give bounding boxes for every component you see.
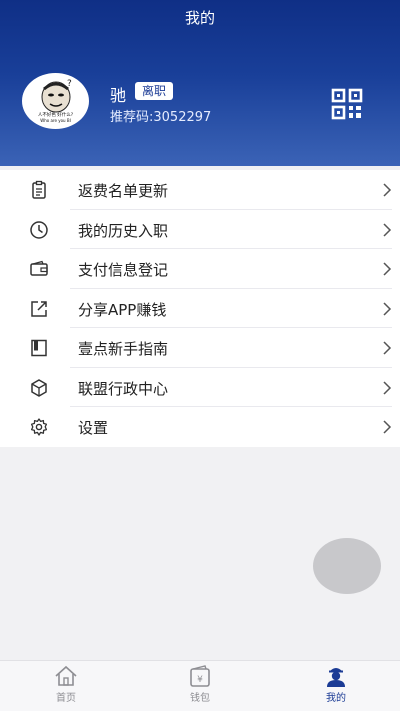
menu-item-payment-info[interactable]: 支付信息登记 — [0, 249, 400, 289]
wallet-icon — [30, 260, 48, 276]
menu-item-label: 分享APP赚钱 — [78, 300, 167, 319]
menu-item-settings[interactable]: 设置 — [0, 407, 400, 447]
chevron-right-icon — [383, 262, 392, 276]
tab-home[interactable]: 首页 — [36, 665, 96, 709]
bottom-tab-bar: 首页 ¥ 钱包 我的 — [0, 660, 400, 711]
tab-label: 钱包 — [190, 693, 210, 704]
menu-item-history[interactable]: 我的历史入职 — [0, 210, 400, 249]
menu-item-label: 联盟行政中心 — [78, 379, 169, 398]
profile-page: 我的 ? 人不好色 好什么? Who are you BI 驰 离职 推荐码:3… — [0, 0, 400, 711]
profile-icon — [327, 668, 345, 687]
svg-text:¥: ¥ — [197, 675, 203, 685]
tab-wallet[interactable]: ¥ 钱包 — [170, 665, 230, 709]
chevron-right-icon — [383, 341, 392, 355]
home-icon — [55, 665, 77, 686]
menu-item-admin-center[interactable]: 联盟行政中心 — [0, 368, 400, 407]
avatar-meme-image: ? 人不好色 好什么? Who are you BI — [24, 75, 87, 127]
qr-code-icon[interactable] — [331, 88, 363, 120]
menu-item-share-app[interactable]: 分享APP赚钱 — [0, 289, 400, 328]
avatar[interactable]: ? 人不好色 好什么? Who are you BI — [22, 73, 89, 129]
tab-label: 首页 — [56, 693, 76, 704]
wallet-tab-icon: ¥ — [190, 665, 210, 687]
tab-label: 我的 — [326, 693, 346, 704]
chevron-right-icon — [383, 380, 392, 395]
status-badge: 离职 — [135, 82, 174, 100]
book-icon — [31, 339, 47, 357]
floating-assistive-button[interactable] — [313, 538, 381, 594]
menu-list: 返费名单更新 我的历史入职 支付信息登记 分享APP赚钱 壹点新手指南 联盟行政… — [0, 170, 400, 447]
svg-text:?: ? — [67, 79, 72, 89]
share-icon — [31, 300, 47, 317]
menu-item-label: 壹点新手指南 — [78, 340, 169, 358]
clipboard-icon — [32, 180, 46, 199]
chevron-right-icon — [383, 183, 392, 197]
tab-profile[interactable]: 我的 — [306, 665, 366, 709]
menu-item-rebate-list[interactable]: 返费名单更新 — [0, 170, 400, 210]
referral-code: 推荐码:3052297 — [110, 110, 212, 125]
chevron-right-icon — [383, 420, 392, 434]
menu-item-beginner-guide[interactable]: 壹点新手指南 — [0, 328, 400, 368]
gear-icon — [30, 418, 48, 436]
menu-item-label: 返费名单更新 — [78, 182, 169, 200]
chevron-right-icon — [383, 301, 392, 316]
menu-item-label: 设置 — [78, 419, 109, 437]
chevron-right-icon — [383, 222, 392, 237]
svg-text:Who are you BI: Who are you BI — [40, 118, 71, 123]
cube-icon — [31, 378, 47, 397]
profile-header: 我的 ? 人不好色 好什么? Who are you BI 驰 离职 推荐码:3… — [0, 0, 400, 166]
menu-item-label: 我的历史入职 — [78, 221, 169, 240]
page-title: 我的 — [184, 9, 215, 27]
menu-item-label: 支付信息登记 — [78, 261, 169, 279]
svg-text:人不好色 好什么?: 人不好色 好什么? — [38, 111, 74, 118]
user-name: 驰 — [110, 86, 127, 105]
clock-icon — [30, 220, 48, 239]
